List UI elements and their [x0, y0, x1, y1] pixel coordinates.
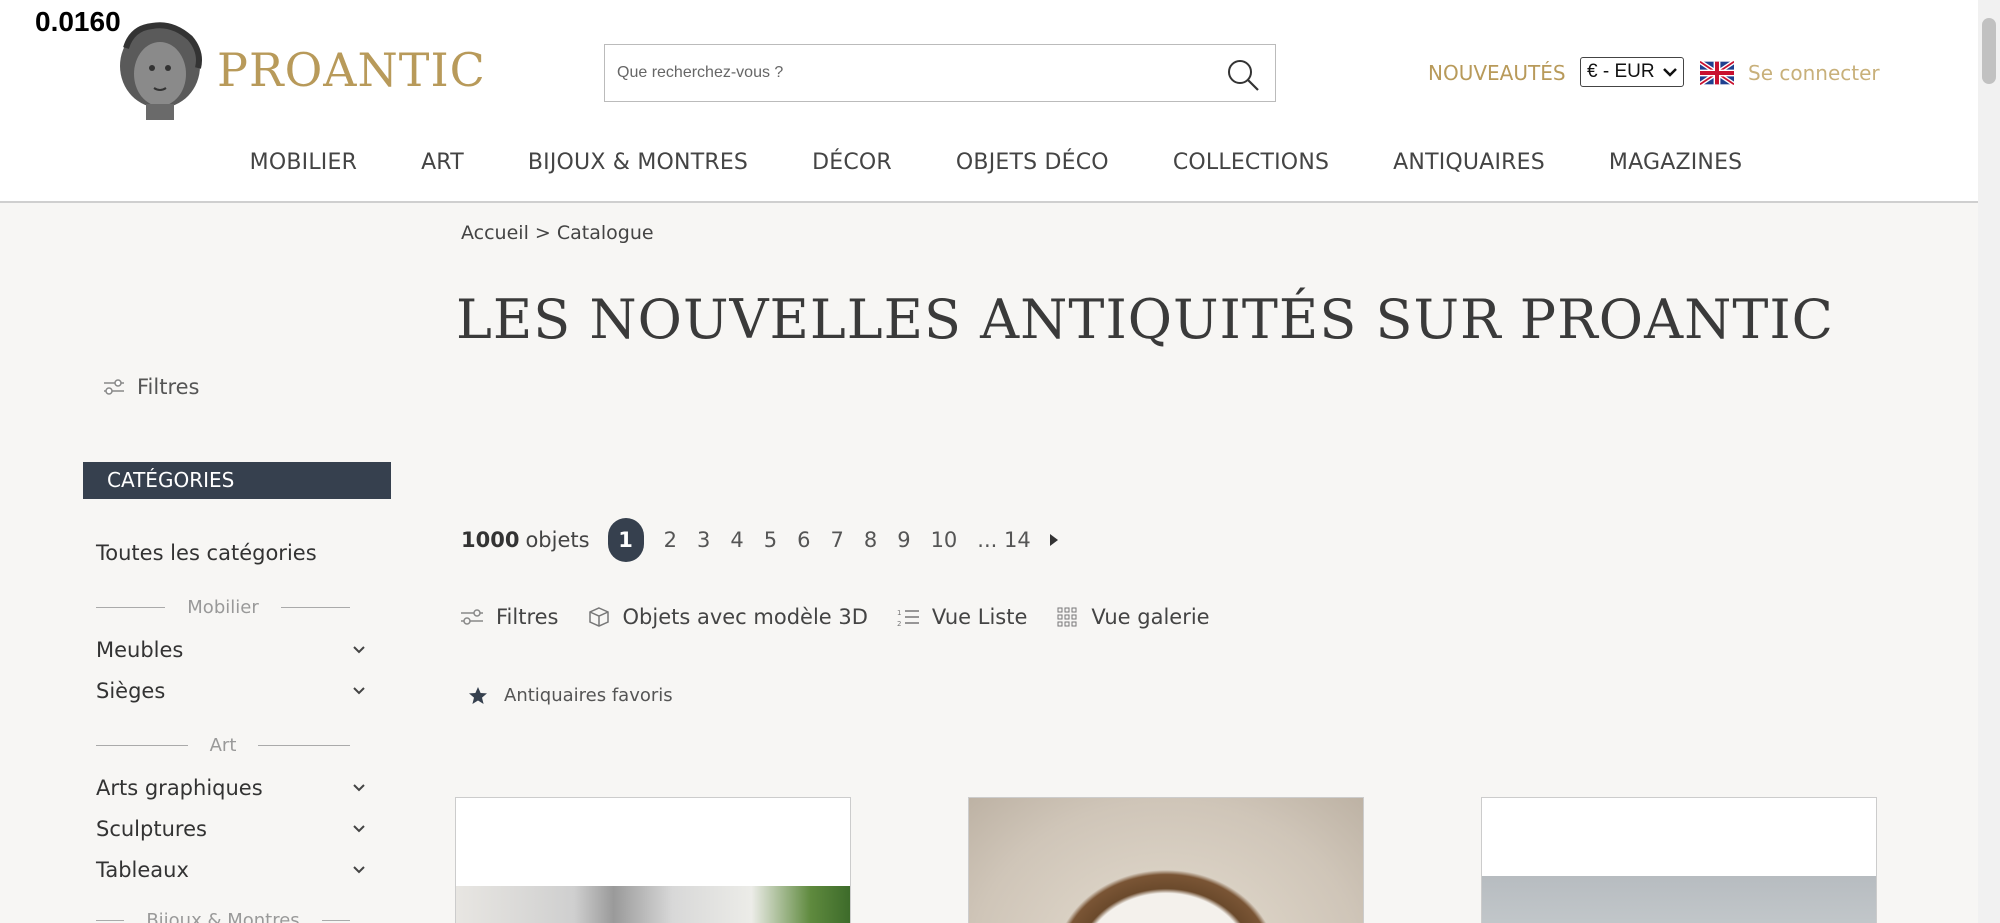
chevron-down-icon[interactable] [352, 783, 366, 793]
nav-item-decor[interactable]: DÉCOR [812, 150, 892, 190]
group-separator-bijoux: Bijoux & Montres [96, 910, 350, 923]
chevron-down-icon [1663, 68, 1677, 77]
brand-name: PROANTIC [217, 43, 486, 97]
category-label: Sièges [96, 679, 166, 703]
category-tableaux[interactable]: Tableaux [96, 858, 366, 882]
group-label-bijoux: Bijoux & Montres [146, 910, 300, 923]
page-link[interactable]: 9 [897, 528, 910, 552]
objects-3d-label: Objets avec modèle 3D [622, 605, 868, 629]
filters-button[interactable]: Filtres [460, 605, 559, 629]
favorite-dealers-toggle[interactable]: Antiquaires favoris [468, 685, 673, 706]
breadcrumb: Accueil > Catalogue [461, 222, 654, 244]
product-card[interactable] [1481, 797, 1877, 923]
gallery-view-button[interactable]: Vue galerie [1055, 605, 1210, 629]
login-link[interactable]: Se connecter [1748, 61, 1880, 85]
nav-item-objets-deco[interactable]: OBJETS DÉCO [956, 150, 1109, 190]
search-box [604, 44, 1276, 102]
breadcrumb-separator: > [534, 222, 551, 244]
category-label: Sculptures [96, 817, 207, 841]
list-view-icon: 1 2 [897, 609, 919, 628]
sidebar-filters-toggle[interactable]: Filtres [103, 375, 200, 399]
product-card[interactable] [968, 797, 1364, 923]
main-nav: MOBILIER ART BIJOUX & MONTRES DÉCOR OBJE… [0, 150, 1978, 190]
category-label: Arts graphiques [96, 776, 263, 800]
page-link[interactable]: 7 [830, 528, 843, 552]
list-view-label: Vue Liste [931, 605, 1028, 629]
logo[interactable]: PROANTIC [112, 18, 486, 122]
page-link[interactable]: 4 [730, 528, 743, 552]
pagination-bar: 1000 objets 1 2 3 4 5 6 7 8 9 10 ... 14 [461, 518, 1059, 562]
search-icon[interactable] [1225, 57, 1261, 93]
chevron-down-icon[interactable] [352, 686, 366, 696]
chevron-down-icon[interactable] [352, 645, 366, 655]
site-header: PROANTIC NOUVEAUTÉS € - EUR Se connecter… [0, 0, 1978, 203]
category-label: Tableaux [96, 858, 189, 882]
category-label: Meubles [96, 638, 184, 662]
svg-text:1: 1 [897, 609, 901, 617]
result-count: 1000 [461, 528, 520, 552]
product-image[interactable] [969, 798, 1363, 923]
group-label-art: Art [209, 735, 237, 756]
nav-item-art[interactable]: ART [421, 150, 464, 190]
page-link-last[interactable]: ... 14 [977, 528, 1030, 552]
categories-header: CATÉGORIES [83, 462, 391, 499]
breadcrumb-current: Catalogue [556, 222, 654, 244]
grid-view-icon [1057, 607, 1077, 627]
chevron-down-icon[interactable] [352, 865, 366, 875]
product-image[interactable] [456, 886, 850, 923]
list-view-button[interactable]: 1 2 Vue Liste [896, 605, 1027, 629]
group-label-mobilier: Mobilier [187, 597, 259, 618]
page-link[interactable]: 2 [664, 528, 677, 552]
scrollbar-thumb[interactable] [1982, 18, 1996, 84]
page-link[interactable]: 10 [931, 528, 958, 552]
favorite-dealers-label: Antiquaires favoris [504, 685, 673, 706]
category-arts-graphiques[interactable]: Arts graphiques [96, 776, 366, 800]
view-toolbar: Filtres Objets avec modèle 3D 1 2 Vue Li… [460, 605, 1238, 629]
category-meubles[interactable]: Meubles [96, 638, 366, 662]
product-image[interactable] [1482, 876, 1876, 923]
search-input[interactable] [605, 45, 1205, 101]
category-sieges[interactable]: Sièges [96, 679, 366, 703]
filter-icon [104, 379, 124, 395]
page-title: LES NOUVELLES ANTIQUITÉS SUR PROANTIC [456, 288, 1834, 351]
next-page-icon[interactable] [1049, 533, 1059, 547]
gallery-view-label: Vue galerie [1091, 605, 1210, 629]
nav-item-bijoux-montres[interactable]: BIJOUX & MONTRES [528, 150, 748, 190]
nav-item-magazines[interactable]: MAGAZINES [1609, 150, 1742, 190]
category-sculptures[interactable]: Sculptures [96, 817, 366, 841]
scrollbar[interactable] [1978, 0, 2000, 923]
svg-text:2: 2 [897, 620, 901, 628]
group-separator-mobilier: Mobilier [96, 597, 350, 618]
page-link[interactable]: 5 [764, 528, 777, 552]
page-current[interactable]: 1 [607, 518, 644, 562]
page-link[interactable]: 6 [797, 528, 810, 552]
nav-item-collections[interactable]: COLLECTIONS [1173, 150, 1329, 190]
fps-counter: 0.0160 [35, 6, 121, 37]
logo-bust-icon [120, 22, 202, 120]
nav-item-antiquaires[interactable]: ANTIQUAIRES [1393, 150, 1545, 190]
nav-item-mobilier[interactable]: MOBILIER [250, 150, 357, 190]
filters-button-label: Filtres [496, 605, 559, 629]
product-card[interactable] [455, 797, 851, 923]
nouveautes-link[interactable]: NOUVEAUTÉS [1428, 61, 1566, 85]
result-count-label: objets [525, 528, 590, 552]
uk-flag-icon[interactable] [1700, 61, 1734, 85]
sidebar-filters-label: Filtres [137, 375, 200, 399]
breadcrumb-home[interactable]: Accueil [461, 222, 529, 244]
star-icon [469, 686, 487, 704]
currency-value: € - EUR [1587, 61, 1655, 82]
all-categories-link[interactable]: Toutes les catégories [96, 541, 317, 565]
filter-icon [461, 609, 483, 625]
chevron-down-icon[interactable] [352, 824, 366, 834]
currency-select[interactable]: € - EUR [1580, 57, 1684, 87]
objects-3d-button[interactable]: Objets avec modèle 3D [587, 605, 868, 629]
group-separator-art: Art [96, 735, 350, 756]
cube-3d-icon [588, 607, 609, 627]
page-link[interactable]: 3 [697, 528, 710, 552]
page-link[interactable]: 8 [864, 528, 877, 552]
